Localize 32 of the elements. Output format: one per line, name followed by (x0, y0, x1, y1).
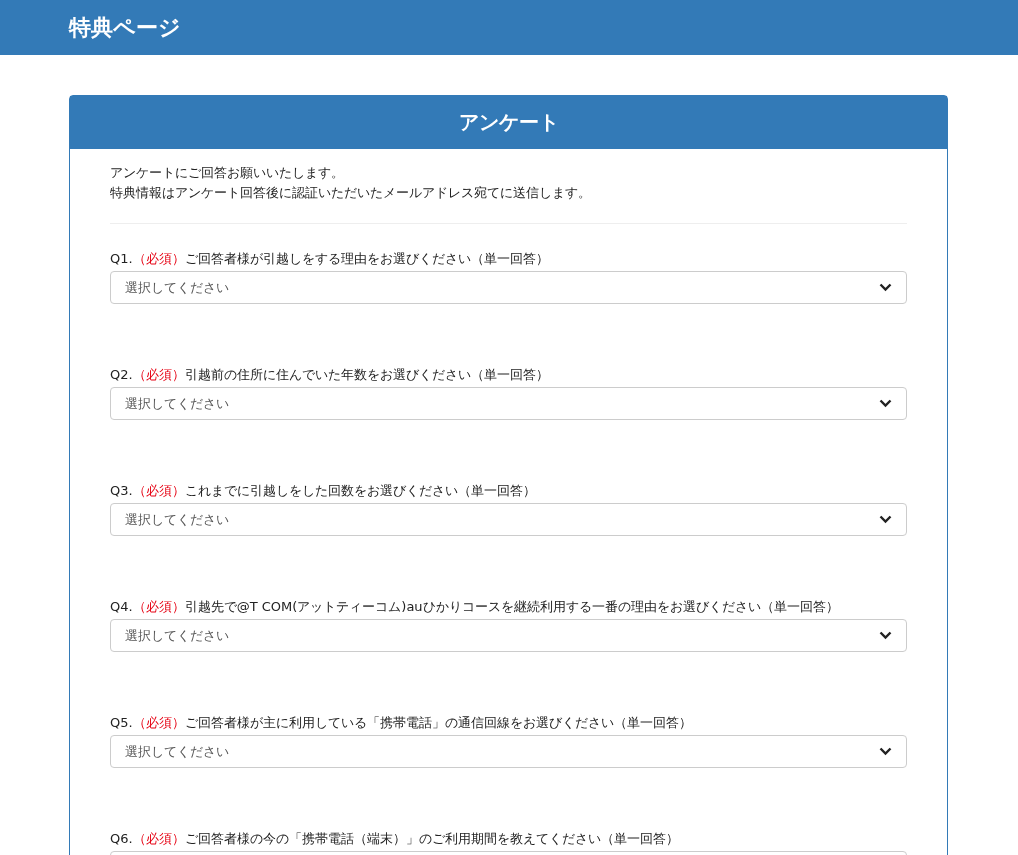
question-number: Q3. (110, 483, 133, 498)
dropdown[interactable]: 選択してください (110, 271, 907, 304)
required-label: （必須） (132, 483, 185, 498)
required-label: （必須） (132, 367, 185, 382)
required-label: （必須） (132, 831, 185, 846)
question-text: ご回答者様が引越しをする理由をお選びください（単一回答） (184, 251, 549, 266)
question-text: ご回答者様が主に利用している「携帯電話」の通信回線をお選びください（単一回答） (184, 715, 692, 730)
chevron-down-icon (879, 631, 892, 640)
required-label: （必須） (132, 251, 185, 266)
chevron-down-icon (879, 283, 892, 292)
question-number: Q5. (110, 715, 133, 730)
dropdown[interactable]: 選択してください (110, 735, 907, 768)
question-text: 引越前の住所に住んでいた年数をお選びください（単一回答） (184, 367, 549, 382)
intro-text: 特典情報はアンケート回答後に認証いただいたメールアドレス宛てに送信します。 (110, 184, 592, 202)
question-text: 引越先で@T COM(アットティーコム)auひかりコースを継続利用する一番の理由をお選びください（単一回答） (184, 599, 839, 614)
dropdown[interactable]: 選択してください (110, 619, 907, 652)
required-label: （必須） (132, 599, 185, 614)
page-title: 特典ページ (69, 13, 181, 42)
required-label: （必須） (132, 715, 185, 730)
dropdown[interactable]: 選択してください (110, 503, 907, 536)
chevron-down-icon (879, 747, 892, 756)
chevron-down-icon (879, 399, 892, 408)
dropdown[interactable]: 選択してください (110, 387, 907, 420)
question-number: Q2. (110, 367, 133, 382)
question-text: これまでに引越しをした回数をお選びください（単一回答） (184, 483, 536, 498)
chevron-down-icon (879, 515, 892, 524)
question-number: Q1. (110, 251, 133, 266)
question-text: ご回答者様の今の「携帯電話（端末）」のご利用期間を教えてください（単一回答） (184, 831, 679, 846)
survey-title: アンケート (458, 110, 559, 135)
question-number: Q4. (110, 599, 133, 614)
question-number: Q6. (110, 831, 133, 846)
intro-text: アンケートにご回答お願いいたします。 (110, 164, 345, 182)
